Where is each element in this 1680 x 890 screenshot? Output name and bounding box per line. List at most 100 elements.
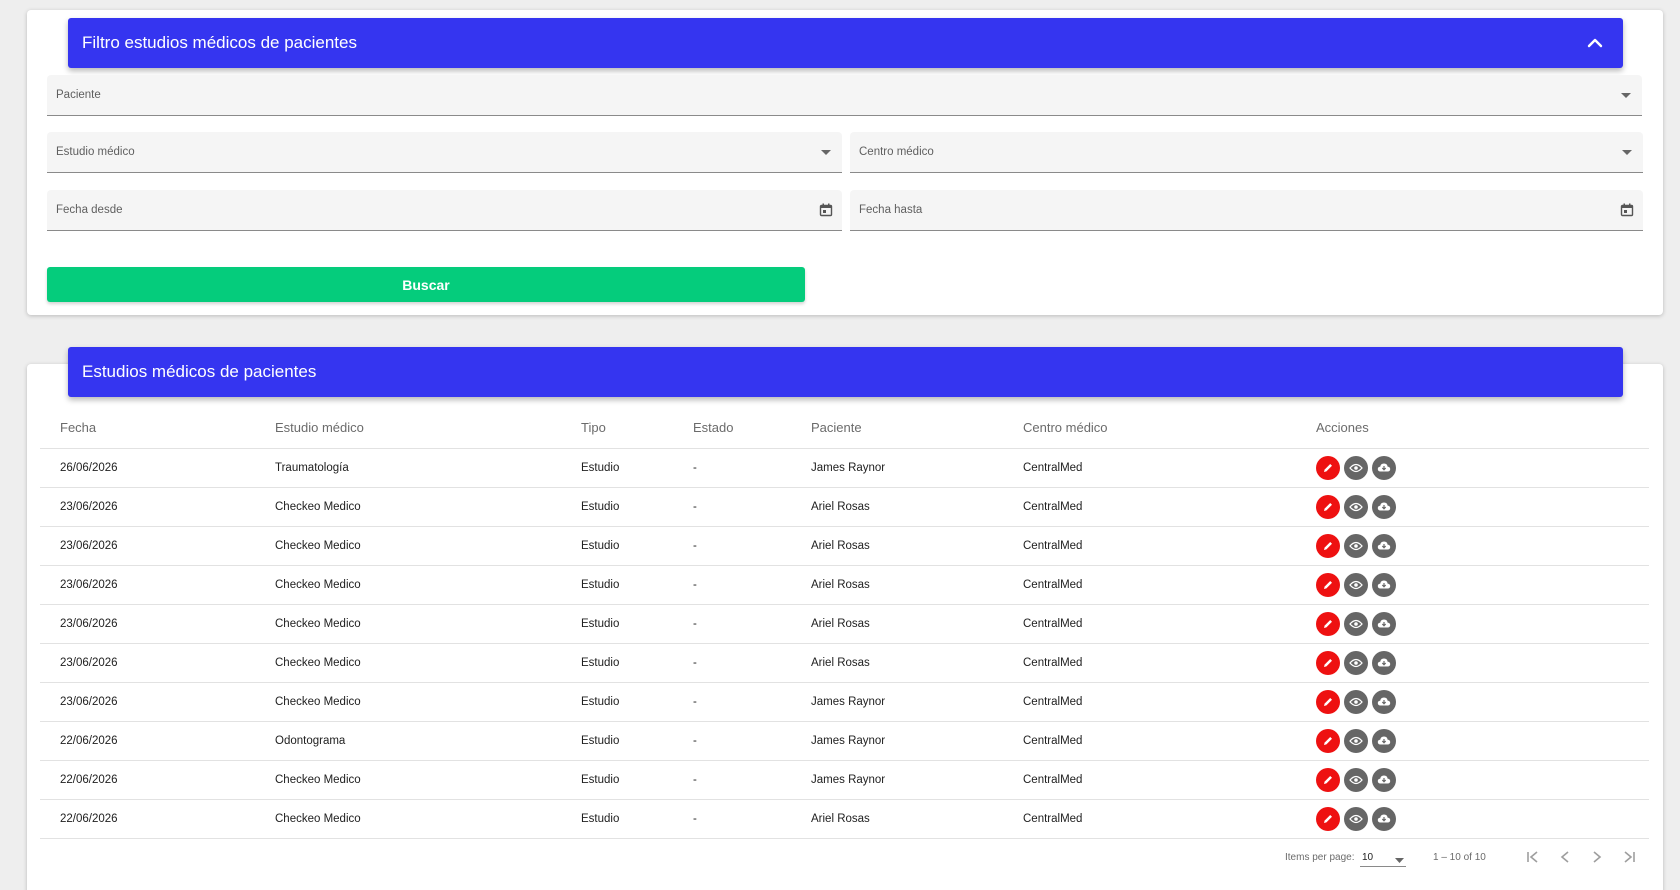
edit-button[interactable] [1316,689,1340,714]
centro-medico-input[interactable] [850,132,1643,172]
view-button[interactable] [1344,767,1368,792]
fecha-hasta-field[interactable] [850,190,1643,231]
download-button[interactable] [1372,767,1396,792]
calendar-icon[interactable] [816,200,836,220]
fecha-cell: 26/06/2026 [40,448,275,488]
estado-cell: - [693,448,811,488]
buscar-button[interactable]: Buscar [47,267,805,302]
paciente-cell: Ariel Rosas [811,526,1023,566]
eye-icon [1349,775,1363,785]
eye-icon [1349,580,1363,590]
download-button[interactable] [1372,806,1396,831]
view-button[interactable] [1344,689,1368,714]
edit-button[interactable] [1316,767,1340,792]
estudio-medico-cell: Checkeo Medico [275,682,581,722]
tipo-cell: Estudio [581,760,693,800]
tipo-cell: Estudio [581,643,693,683]
edit-button[interactable] [1316,455,1340,480]
view-button[interactable] [1344,533,1368,558]
estudio-medico-select[interactable] [47,132,842,173]
edit-button[interactable] [1316,806,1340,831]
download-button[interactable] [1372,650,1396,675]
eye-icon [1349,658,1363,668]
acciones-cell [1316,721,1649,761]
download-button[interactable] [1372,455,1396,480]
view-button[interactable] [1344,494,1368,519]
acciones-cell [1316,643,1649,683]
pencil-icon [1322,462,1334,474]
cloud-download-icon [1377,462,1391,474]
filter-header[interactable]: Filtro estudios médicos de pacientes [68,18,1623,68]
table-row: 22/06/2026 Odontograma Estudio - James Rayno… [40,721,1649,761]
estudio-medico-cell: Checkeo Medico [275,799,581,839]
view-button[interactable] [1344,728,1368,753]
view-button[interactable] [1344,806,1368,831]
table-row: 23/06/2026 Checkeo Medico Estudio - Ariel Ro… [40,487,1649,527]
download-button[interactable] [1372,689,1396,714]
edit-button[interactable] [1316,611,1340,636]
cloud-download-icon [1377,618,1391,630]
fecha-cell: 22/06/2026 [40,721,275,761]
edit-button[interactable] [1316,728,1340,753]
eye-icon [1349,697,1363,707]
download-button[interactable] [1372,533,1396,558]
paciente-select[interactable] [47,75,1642,116]
view-button[interactable] [1344,611,1368,636]
centro-medico-cell: CentralMed [1023,604,1316,644]
cloud-download-icon [1377,696,1391,708]
first-page-icon[interactable] [1522,846,1544,868]
eye-icon [1349,619,1363,629]
column-header-tipo: Tipo [581,408,693,449]
fecha-cell: 23/06/2026 [40,604,275,644]
view-button[interactable] [1344,455,1368,480]
edit-button[interactable] [1316,650,1340,675]
estudio-medico-input[interactable] [47,132,842,172]
centro-medico-cell: CentralMed [1023,526,1316,566]
results-header: Estudios médicos de pacientes [68,347,1623,397]
fecha-cell: 23/06/2026 [40,487,275,527]
table-row: 23/06/2026 Checkeo Medico Estudio - Ariel Ro… [40,604,1649,644]
paciente-input[interactable] [47,75,1642,115]
edit-button[interactable] [1316,494,1340,519]
next-page-icon[interactable] [1586,846,1608,868]
paciente-cell: James Raynor [811,448,1023,488]
table-row: 23/06/2026 Checkeo Medico Estudio - Ariel Ro… [40,565,1649,605]
chevron-up-icon[interactable] [1583,31,1607,55]
edit-button[interactable] [1316,533,1340,558]
last-page-icon[interactable] [1618,846,1640,868]
column-header-estado: Estado [693,408,811,449]
download-button[interactable] [1372,494,1396,519]
estudio-medico-cell: Checkeo Medico [275,565,581,605]
eye-icon [1349,814,1363,824]
download-button[interactable] [1372,611,1396,636]
view-button[interactable] [1344,572,1368,597]
items-per-page-label: Items per page: [1285,852,1355,863]
download-button[interactable] [1372,728,1396,753]
results-title: Estudios médicos de pacientes [82,362,317,381]
pencil-icon [1322,696,1334,708]
view-button[interactable] [1344,650,1368,675]
centro-medico-select[interactable] [850,132,1643,173]
centro-medico-cell: CentralMed [1023,799,1316,839]
pencil-icon [1322,813,1334,825]
cloud-download-icon [1377,774,1391,786]
estado-cell: - [693,487,811,527]
estudio-medico-cell: Checkeo Medico [275,604,581,644]
prev-page-icon[interactable] [1554,846,1576,868]
row-actions [1316,572,1649,597]
row-actions [1316,728,1649,753]
fecha-hasta-input[interactable] [850,190,1643,230]
eye-icon [1349,541,1363,551]
centro-medico-cell: CentralMed [1023,682,1316,722]
column-header-paciente: Paciente [811,408,1023,449]
filter-title: Filtro estudios médicos de pacientes [82,33,357,52]
fecha-desde-field[interactable] [47,190,842,231]
page-size-select[interactable]: 10 [1360,847,1406,867]
edit-button[interactable] [1316,572,1340,597]
table-body: 26/06/2026 Traumatología Estudio - James Ray… [40,448,1649,839]
download-button[interactable] [1372,572,1396,597]
fecha-desde-input[interactable] [47,190,842,230]
calendar-icon[interactable] [1617,200,1637,220]
paciente-cell: Ariel Rosas [811,643,1023,683]
page-size-value: 10 [1362,852,1374,863]
